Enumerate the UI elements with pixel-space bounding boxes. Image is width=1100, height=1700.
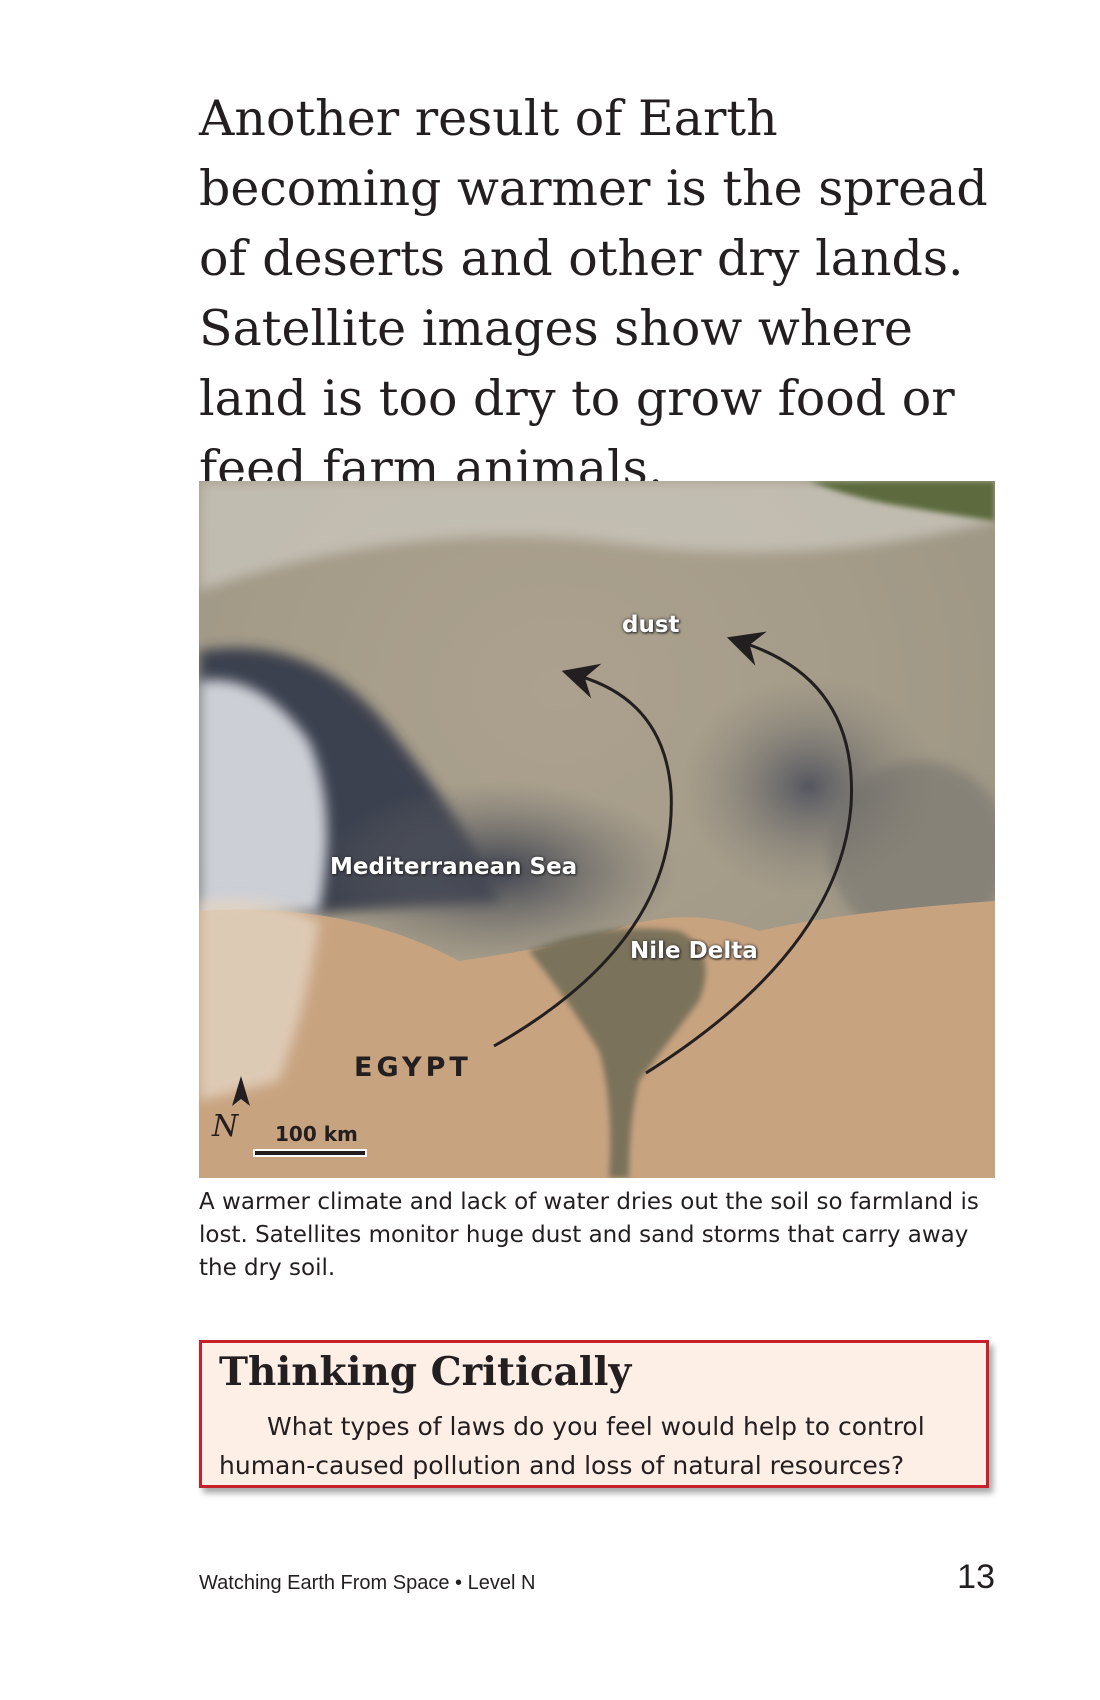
label-egypt: EGYPT [354,1052,472,1083]
scale-bar [253,1149,367,1157]
figure-caption: A warmer climate and lack of water dries… [199,1189,979,1281]
page-number: 13 [957,1558,995,1596]
body-paragraph: Another result of Earth becoming warmer … [199,90,988,497]
satellite-image: dust Mediterranean Sea Nile Delta EGYPT … [199,481,995,1178]
label-mediterranean-sea: Mediterranean Sea [330,854,578,880]
satellite-image-art [199,481,995,1178]
footer-book-title: Watching Earth From Space • Level N [199,1572,536,1594]
thinking-critically-box: Thinking Critically What types of laws d… [199,1340,989,1488]
callout-body: What types of laws do you feel would hel… [219,1412,925,1480]
north-label: N [212,1109,239,1144]
label-nile-delta: Nile Delta [630,938,758,964]
label-dust: dust [622,612,680,638]
scale-label: 100 km [275,1122,358,1146]
callout-title: Thinking Critically [219,1349,632,1395]
